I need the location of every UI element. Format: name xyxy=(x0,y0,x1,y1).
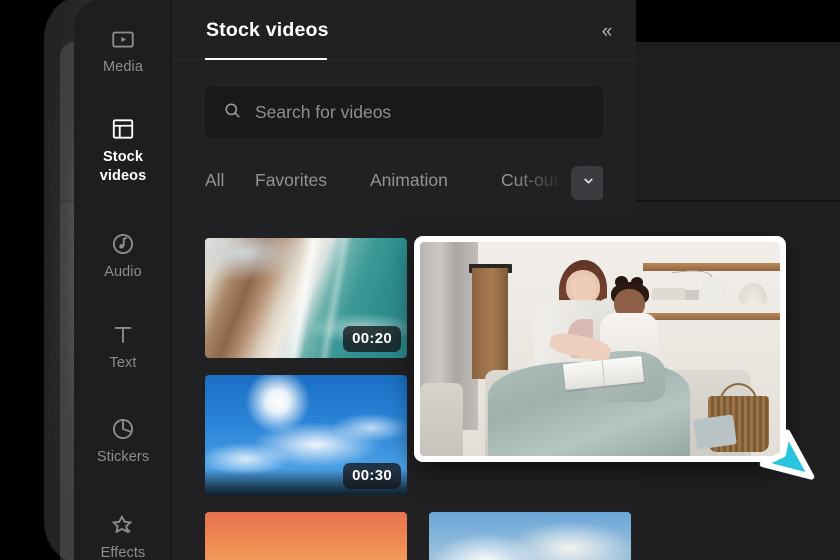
sidebar-item-label: Text xyxy=(109,355,137,371)
search-input[interactable]: Search for videos xyxy=(255,102,391,123)
filter-more-button[interactable] xyxy=(571,166,603,200)
video-thumb-orange-sunset-sky[interactable] xyxy=(205,512,407,560)
scene-shelf-lower xyxy=(643,312,780,321)
thumbnail-artwork xyxy=(429,512,631,560)
scene-cabinet xyxy=(472,267,509,379)
active-tab-underline xyxy=(205,58,327,60)
filter-chip-cut-out[interactable]: Cut-out T xyxy=(501,170,574,191)
filter-chip-all[interactable]: All xyxy=(205,170,224,191)
scene-box xyxy=(684,290,699,300)
sidebar-item-stock-videos[interactable]: Stock videos xyxy=(74,112,171,185)
search-bar[interactable]: Search for videos xyxy=(205,87,603,138)
sidebar-item-label-line1: Stock xyxy=(103,149,143,165)
sticker-circle-icon xyxy=(110,416,136,442)
scene-sofa-arm xyxy=(420,383,464,456)
screenshot-stage: Media Stock videos Audio Text Stickers E… xyxy=(0,0,840,560)
search-icon xyxy=(223,101,242,125)
scene-pillow xyxy=(693,414,737,451)
sidebar-item-effects[interactable]: Effects xyxy=(74,508,171,560)
video-hover-preview-card[interactable] xyxy=(414,236,786,462)
video-thumb-aerial-coastline[interactable]: 00:20 xyxy=(205,238,407,358)
filter-chip-animation[interactable]: Animation xyxy=(370,170,448,191)
effects-wand-star-icon xyxy=(110,512,136,538)
sidebar-item-audio[interactable]: Audio xyxy=(74,227,171,281)
scene-books xyxy=(652,288,685,300)
duration-badge: 00:20 xyxy=(343,326,401,352)
sidebar-item-label: Stickers xyxy=(96,449,150,465)
preview-image xyxy=(420,242,780,456)
sidebar-item-label: Audio xyxy=(104,264,142,280)
media-play-icon xyxy=(110,26,136,52)
collapse-panel-button[interactable]: « xyxy=(592,16,622,46)
panel-header: Stock videos « xyxy=(172,0,636,64)
sidebar-item-label: Effects xyxy=(100,545,146,560)
scene-shelf-upper xyxy=(643,263,780,271)
sidebar-item-stickers[interactable]: Stickers xyxy=(74,412,171,466)
sidebar-item-text[interactable]: Text xyxy=(74,318,171,372)
scene-kettle xyxy=(700,277,726,303)
duration-badge: 00:30 xyxy=(343,463,401,489)
text-t-icon xyxy=(110,322,136,348)
search-box[interactable]: Search for videos xyxy=(205,87,603,138)
filter-chip-favorites[interactable]: Favorites xyxy=(255,170,327,191)
scene-woman-face xyxy=(570,275,596,301)
pointer-cursor xyxy=(757,427,823,493)
chevron-down-icon xyxy=(581,173,596,193)
video-thumb-cloudy-blue-sky[interactable] xyxy=(429,512,631,560)
page-title: Stock videos xyxy=(206,19,329,41)
filter-chip-row: All Favorites Animation Cut-out T xyxy=(205,166,603,200)
sidebar-item-label: Media xyxy=(103,59,143,75)
video-thumb-sun-through-clouds[interactable]: 00:30 xyxy=(205,375,407,495)
left-sidebar-rail: Media Stock videos Audio Text Stickers E… xyxy=(74,0,172,560)
layout-grid-icon xyxy=(110,116,136,142)
thumbnail-artwork xyxy=(205,512,407,560)
sidebar-item-media[interactable]: Media xyxy=(74,22,171,76)
audio-note-icon xyxy=(110,231,136,257)
sidebar-item-label-line2: videos xyxy=(99,168,147,184)
